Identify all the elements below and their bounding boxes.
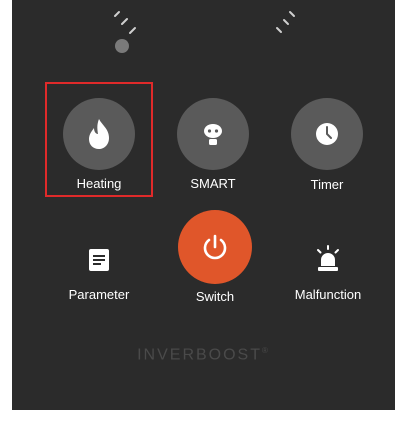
heating-button[interactable] (63, 98, 135, 170)
smart-button[interactable] (177, 98, 249, 170)
smart-label: SMART (190, 176, 236, 191)
brand-logo: INVERBOOST® (12, 346, 395, 364)
heating-label: Heating (76, 176, 122, 191)
parameter-button[interactable] (83, 244, 115, 276)
control-panel: Heating SMART Timer Parameter Switch Mal… (12, 0, 395, 410)
malfunction-button[interactable] (312, 242, 344, 276)
power-icon (203, 234, 227, 260)
dial-knob-dot (115, 39, 129, 53)
robot-icon (204, 124, 222, 145)
parameter-label: Parameter (68, 287, 130, 302)
malfunction-label: Malfunction (294, 287, 362, 302)
timer-button[interactable] (291, 98, 363, 170)
brand-mark: ® (262, 346, 270, 355)
document-icon (89, 249, 109, 271)
brand-name: INVERBOOST (137, 346, 262, 364)
clock-icon (316, 123, 338, 145)
alarm-icon (317, 245, 339, 271)
timer-label: Timer (310, 177, 344, 192)
switch-label: Switch (195, 289, 235, 304)
dial-indicator (114, 11, 295, 53)
switch-button[interactable] (178, 210, 252, 284)
flame-icon (89, 119, 109, 149)
